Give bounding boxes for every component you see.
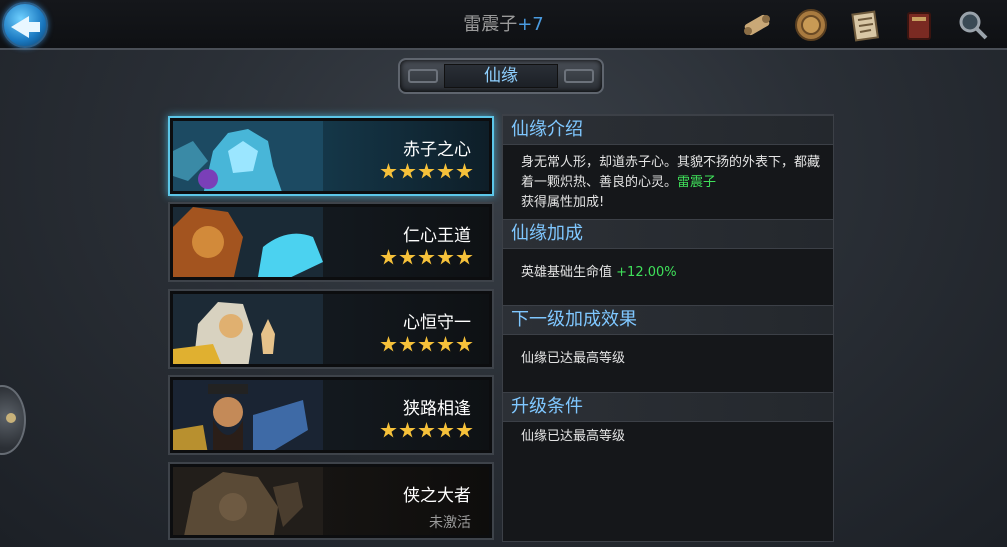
card-name: 侠之大者 <box>403 486 471 506</box>
section-title: 仙缘 <box>444 64 558 88</box>
intro-text-main: 身无常人形，却道赤子心。其貌不扬的外表下，都藏着一颗炽热、善良的心灵。 <box>521 155 821 190</box>
fate-card[interactable]: 赤子之心 <box>168 116 494 196</box>
card-name: 狭路相逢 <box>403 399 471 419</box>
card-name: 仁心王道 <box>403 226 471 246</box>
hero-portrait <box>173 207 323 277</box>
star-icon <box>380 336 397 352</box>
bonus-label: 英雄基础生命值 <box>521 265 613 280</box>
star-icon <box>399 422 416 438</box>
plaque-ornament-right <box>564 69 594 83</box>
letter-icon[interactable] <box>845 5 885 45</box>
top-icon-bar <box>737 5 993 45</box>
intro-hero-name: 雷震子 <box>677 175 717 190</box>
book-icon[interactable] <box>899 5 939 45</box>
star-rating <box>380 422 473 439</box>
card-name: 心恒守一 <box>403 313 471 333</box>
next-level-text: 仙缘已达最高等级 <box>521 351 626 366</box>
star-icon <box>418 163 435 179</box>
hero-plus-level: +7 <box>517 14 544 35</box>
fate-card[interactable]: 侠之大者 未激活 <box>168 462 494 540</box>
fate-card[interactable]: 心恒守一 <box>168 289 494 369</box>
fate-card[interactable]: 仁心王道 <box>168 202 494 282</box>
star-icon <box>418 249 435 265</box>
star-icon <box>456 163 473 179</box>
bonus-text: 英雄基础生命值 +12.00% <box>521 263 821 283</box>
hero-portrait <box>173 294 323 364</box>
star-icon <box>380 249 397 265</box>
intro-text-end: 获得属性加成! <box>521 195 605 210</box>
magnifier-icon[interactable] <box>953 5 993 45</box>
star-icon <box>380 422 397 438</box>
hero-portrait <box>173 380 323 450</box>
next-level-heading: 下一级加成效果 <box>503 305 833 335</box>
hero-portrait <box>173 467 323 535</box>
section-title-plaque: 仙缘 <box>398 58 604 94</box>
star-icon <box>456 422 473 438</box>
star-icon <box>380 163 397 179</box>
hero-name: 雷震子 <box>463 14 518 35</box>
scroll-icon[interactable] <box>737 5 777 45</box>
fate-card[interactable]: 狭路相逢 <box>168 375 494 455</box>
top-bar: 雷震子+7 <box>0 0 1007 50</box>
card-name: 赤子之心 <box>403 140 471 160</box>
star-icon <box>399 163 416 179</box>
star-icon <box>399 249 416 265</box>
fate-info-panel: 仙缘介绍 身无常人形，却道赤子心。其貌不扬的外表下，都藏着一颗炽热、善良的心灵。… <box>502 114 834 542</box>
intro-text: 身无常人形，却道赤子心。其貌不扬的外表下，都藏着一颗炽热、善良的心灵。雷震子获得… <box>521 153 821 213</box>
inactive-status: 未激活 <box>429 515 471 531</box>
star-icon <box>418 422 435 438</box>
star-icon <box>437 336 454 352</box>
star-icon <box>456 249 473 265</box>
star-icon <box>437 249 454 265</box>
bonus-heading: 仙缘加成 <box>503 219 833 249</box>
star-icon <box>437 422 454 438</box>
card-background: 仁心王道 <box>173 207 489 277</box>
card-background: 赤子之心 <box>173 121 489 191</box>
upgrade-heading: 升级条件 <box>503 392 833 422</box>
card-background: 心恒守一 <box>173 294 489 364</box>
upgrade-text: 仙缘已达最高等级 <box>521 429 626 444</box>
bonus-value: +12.00% <box>616 265 677 280</box>
star-rating <box>380 163 473 180</box>
hero-portrait <box>173 121 323 191</box>
star-icon <box>437 163 454 179</box>
side-menu-button[interactable] <box>0 385 26 455</box>
card-background: 狭路相逢 <box>173 380 489 450</box>
intro-heading: 仙缘介绍 <box>503 115 833 145</box>
coin-icon[interactable] <box>791 5 831 45</box>
star-icon <box>399 336 416 352</box>
card-background: 侠之大者 未激活 <box>173 467 489 535</box>
star-icon <box>418 336 435 352</box>
star-icon <box>456 336 473 352</box>
star-rating <box>380 336 473 353</box>
plaque-ornament-left <box>408 69 438 83</box>
star-rating <box>380 249 473 266</box>
